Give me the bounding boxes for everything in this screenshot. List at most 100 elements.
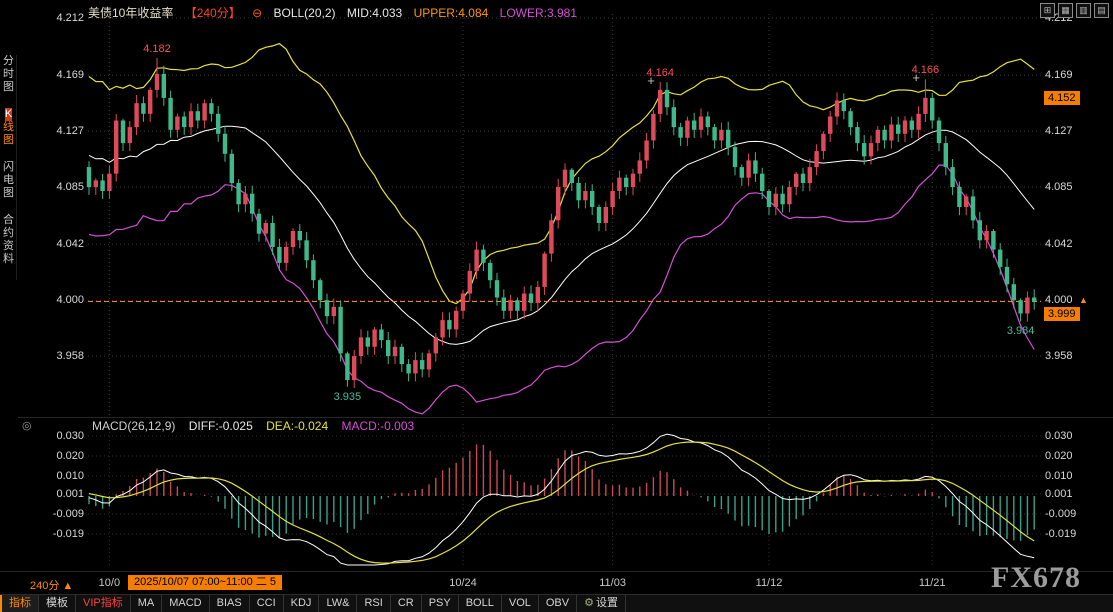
sidebar-tab-char: 图 — [3, 134, 14, 147]
chart-canvas[interactable] — [0, 0, 1113, 612]
sidebar-tab-char: 合 — [3, 214, 14, 227]
macd-indicator-label: MACD(26,12,9) — [92, 419, 175, 433]
chart-type-sidebar: 分时图K线图闪电图合约资料 — [1, 55, 17, 280]
toolbar-cr[interactable]: CR — [391, 595, 422, 612]
sidebar-tab-char: 图 — [3, 187, 14, 200]
toolbar-item-label: MACD — [169, 597, 201, 609]
toolbar-item-label: BIAS — [217, 597, 242, 609]
boll-mid-value: MID:4.033 — [347, 6, 402, 20]
toolbar-bias[interactable]: BIAS — [210, 595, 250, 612]
toolbar-item-label: BOLL — [466, 597, 494, 609]
price-axis-label-left: 4.042 — [34, 238, 84, 250]
tile-layout-icon[interactable]: ▦ — [1058, 3, 1073, 18]
period-up-arrow-icon: ▲ — [62, 580, 73, 592]
period-label[interactable]: 【240分】 — [185, 6, 241, 20]
macd-axis-label-right: 0.030 — [1045, 430, 1107, 442]
price-axis-label-right: 4.000 — [1045, 294, 1107, 306]
boll-indicator-label: BOLL(20,2) — [273, 6, 335, 20]
toolbar-item-label: OBV — [546, 597, 569, 609]
sidebar-tab-char: K — [5, 108, 12, 121]
time-axis-label: 11/21 — [919, 577, 946, 589]
price-axis-label-left: 4.169 — [34, 69, 84, 81]
sidebar-tab-char: 图 — [3, 81, 14, 94]
toolbar-item-label: CR — [398, 597, 414, 609]
period-selector-label: 240分 — [30, 580, 59, 592]
macd-axis-label-right: 0.010 — [1045, 470, 1107, 482]
watermark: FX678 — [991, 561, 1081, 595]
price-annotation: 3.935 — [334, 391, 362, 403]
price-axis-label-right: 4.169 — [1045, 69, 1107, 81]
price-axis-label-right: 3.958 — [1045, 350, 1107, 362]
toolbar-item-label: CCI — [257, 597, 276, 609]
macd-axis-label-left: 0.010 — [34, 470, 84, 482]
price-axis-label-right: 4.127 — [1045, 125, 1107, 137]
tab-flash-chart[interactable]: 闪电图 — [1, 161, 16, 200]
toolbar-rsi[interactable]: RSI — [357, 595, 390, 612]
sidebar-tab-char: 电 — [3, 174, 14, 187]
price-tag: 3.999 — [1044, 307, 1080, 321]
macd-axis-label-right: 0.001 — [1045, 488, 1107, 500]
instrument-title: 美债10年收益率 — [88, 6, 173, 20]
boll-upper-value: UPPER:4.084 — [414, 6, 489, 20]
price-axis-label-left: 4.212 — [34, 12, 84, 24]
macd-axis-label-left: 0.030 — [34, 430, 84, 442]
toolbar-item-label: KDJ — [291, 597, 312, 609]
toolbar-vip-indicator-tab[interactable]: VIP指标 — [76, 595, 131, 612]
toolbar-macd[interactable]: MACD — [162, 595, 209, 612]
toolbar-vol[interactable]: VOL — [502, 595, 539, 612]
gear-icon: ⚙ — [584, 597, 594, 609]
prev-chart-icon[interactable]: ▥ — [1076, 3, 1091, 18]
price-axis-label-left: 4.000 — [34, 294, 84, 306]
toolbar-item-label: VIP指标 — [83, 597, 123, 609]
toolbar-ma[interactable]: MA — [131, 595, 163, 612]
time-axis-label: 10/24 — [449, 577, 477, 589]
crosshair-info-box: 2025/10/07 07:00~11:00 二 5 — [128, 575, 282, 590]
sidebar-tab-char: 料 — [3, 253, 14, 266]
macd-diff-value: DIFF:-0.025 — [189, 419, 253, 433]
chart-header: 美债10年收益率 【240分】 ⊖ BOLL(20,2) MID:4.033 U… — [88, 4, 585, 21]
sidebar-tab-char: 时 — [3, 68, 14, 81]
period-selector[interactable]: 240分 ▲ — [30, 577, 73, 593]
macd-axis-label-left: -0.009 — [34, 508, 84, 520]
macd-axis-label-left: 0.001 — [34, 488, 84, 500]
toolbar-indicator-tab[interactable]: 指标 — [0, 595, 39, 612]
price-axis-label-left: 4.085 — [34, 181, 84, 193]
grid-layout-icon[interactable]: ⊞ — [1040, 3, 1055, 18]
price-axis-label-left: 4.127 — [34, 125, 84, 137]
toolbar-kdj[interactable]: KDJ — [284, 595, 320, 612]
macd-hist-value: MACD:-0.003 — [341, 419, 414, 433]
toolbar-template-tab[interactable]: 模板 — [39, 595, 76, 612]
toolbar-lwr[interactable]: LW& — [319, 595, 357, 612]
sidebar-tab-char: 分 — [3, 55, 14, 68]
toolbar-cci[interactable]: CCI — [250, 595, 284, 612]
sidebar-tab-char: 闪 — [3, 161, 14, 174]
sidebar-tab-char: 线 — [3, 121, 14, 134]
macd-panel-icon[interactable]: ◎ — [22, 419, 32, 432]
price-annotation: 3.984 — [1007, 325, 1035, 337]
macd-axis-label-right: 0.020 — [1045, 450, 1107, 462]
price-axis-label-right: 4.042 — [1045, 238, 1107, 250]
toolbar-item-label: 指标 — [9, 597, 31, 609]
toolbar-item-label: 设置 — [596, 597, 618, 609]
toolbar-obv[interactable]: OBV — [539, 595, 577, 612]
collapse-icon[interactable]: ⊖ — [252, 6, 262, 20]
peak-cross-marker-icon: + — [647, 74, 655, 87]
tab-kline-chart[interactable]: K线图 — [1, 108, 16, 147]
time-axis-label: 11/12 — [756, 577, 783, 589]
macd-axis-label-right: -0.019 — [1045, 528, 1107, 540]
tab-time-chart[interactable]: 分时图 — [1, 55, 16, 94]
next-chart-icon[interactable]: ▤ — [1094, 3, 1109, 18]
price-axis-label-left: 3.958 — [34, 350, 84, 362]
toolbar-psy[interactable]: PSY — [422, 595, 459, 612]
tab-contract-info[interactable]: 合约资料 — [1, 214, 16, 266]
toolbar-item-label: MA — [138, 597, 155, 609]
macd-axis-label-left: 0.020 — [34, 450, 84, 462]
time-axis-label: 11/03 — [599, 577, 626, 589]
macd-dea-value: DEA:-0.024 — [266, 419, 328, 433]
toolbar-boll[interactable]: BOLL — [459, 595, 502, 612]
settings-button[interactable]: ⚙设置 — [577, 595, 626, 612]
toolbar-item-label: 模板 — [46, 597, 68, 609]
indicator-toolbar: 指标 模板 VIP指标 MA MACD BIAS CCI KDJ LW&RSI CR PSY BOLL… — [0, 594, 1113, 612]
boll-lower-value: LOWER:3.981 — [500, 6, 577, 20]
time-axis-label: 10/0 — [99, 577, 120, 589]
